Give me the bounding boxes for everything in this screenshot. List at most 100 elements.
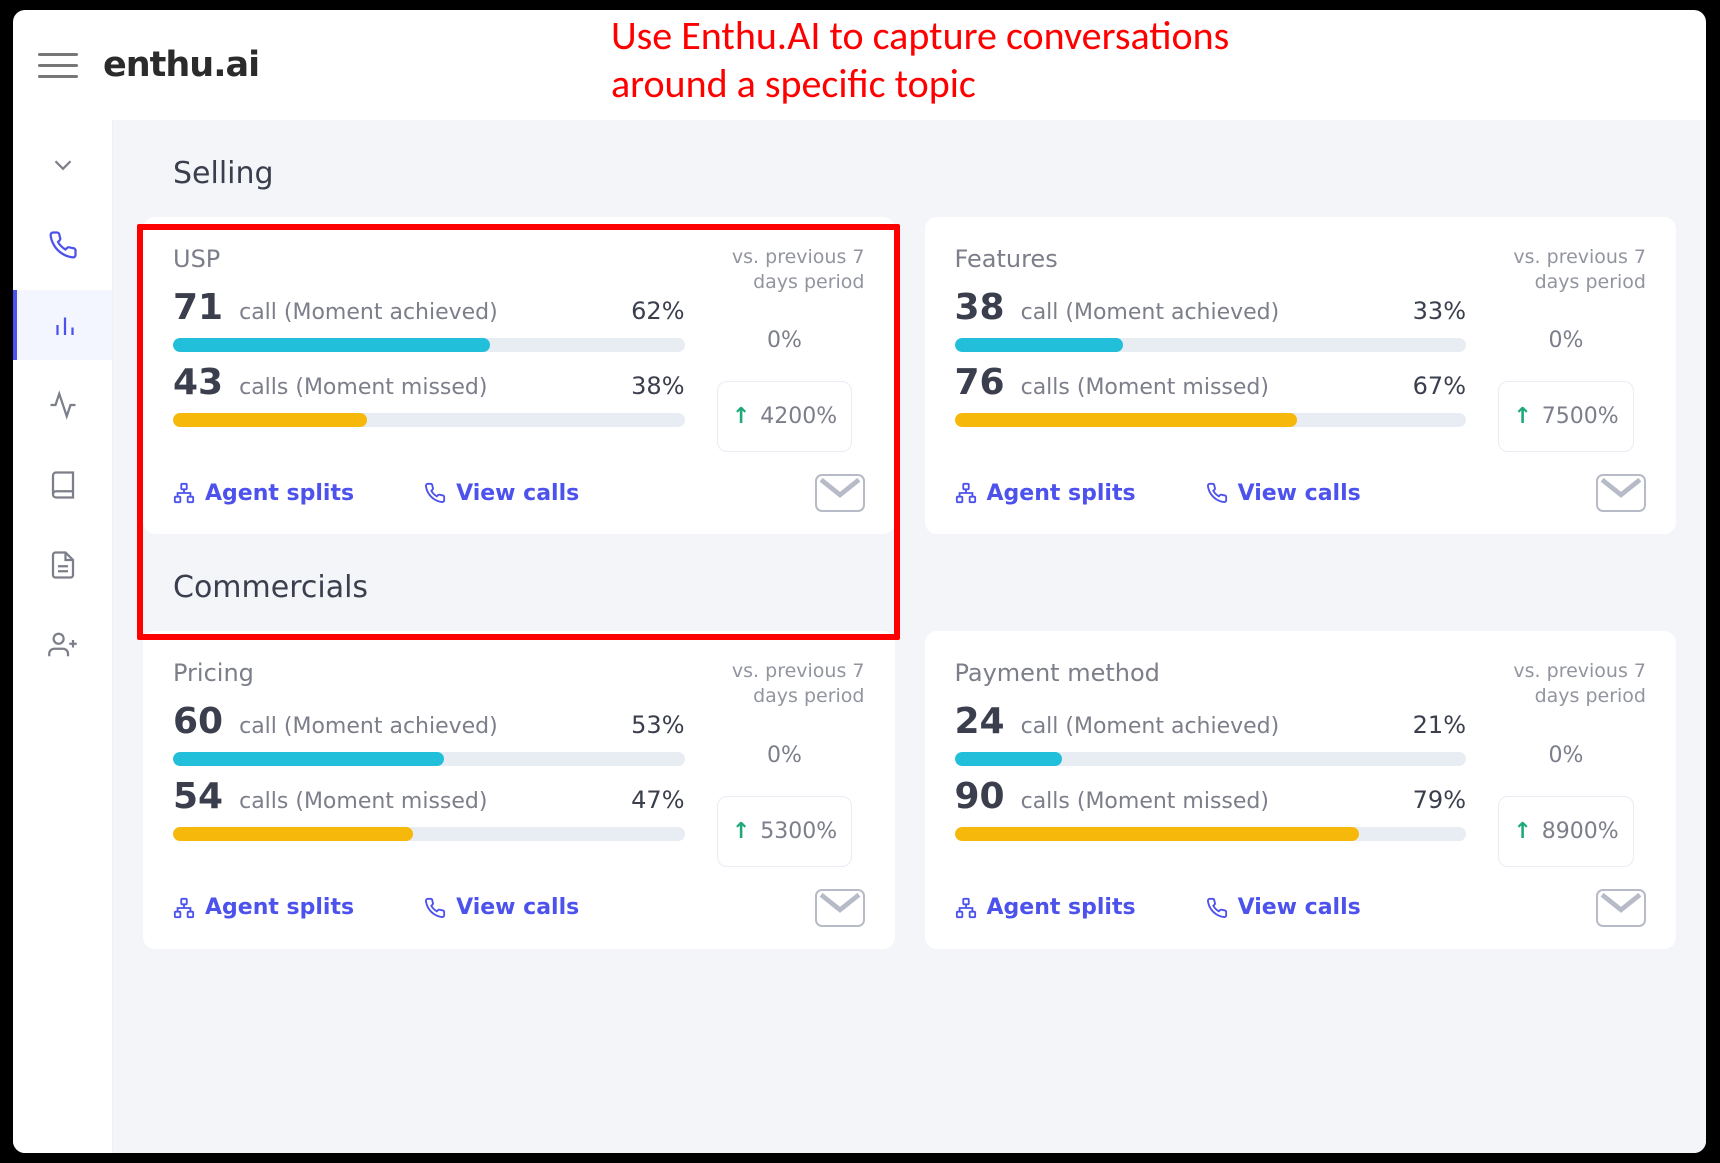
arrow-up-icon: ↑ [1513,819,1531,844]
view-calls-link[interactable]: View calls [1206,895,1361,920]
missed-label: calls (Moment missed) [239,789,487,814]
sidebar-item-collapse[interactable] [13,130,112,200]
vs-period-label: vs. previous 7 days period [705,659,865,708]
missed-bar [173,827,685,841]
missed-label: calls (Moment missed) [1021,375,1269,400]
agent-splits-link[interactable]: Agent splits [173,895,354,920]
achieved-pct: 62% [631,297,684,325]
achieved-label: call (Moment achieved) [1021,714,1280,739]
agent-splits-link[interactable]: Agent splits [955,895,1136,920]
side-top-value: 0% [767,743,802,768]
side-top-value: 0% [1549,743,1584,768]
agent-splits-label: Agent splits [987,481,1136,506]
missed-count: 76 [955,362,1005,403]
mail-button[interactable] [815,889,865,927]
arrow-up-icon: ↑ [732,404,750,429]
card-title: Pricing [173,659,685,687]
sidebar-item-activity[interactable] [13,370,112,440]
delta-value: 8900% [1542,819,1619,844]
achieved-bar [173,338,685,352]
sidebar [13,120,113,1153]
phone-icon [48,230,78,260]
achieved-bar [955,752,1467,766]
missed-pct: 38% [631,372,684,400]
section-title-selling: Selling [143,120,1676,217]
sidebar-item-analytics[interactable] [13,290,112,360]
vs-period-label: vs. previous 7 days period [1486,245,1646,294]
card-title: Features [955,245,1467,273]
achieved-count: 24 [955,701,1005,742]
side-top-value: 0% [767,328,802,353]
achieved-label: call (Moment achieved) [239,714,498,739]
view-calls-label: View calls [1238,895,1361,920]
annotation-text: Use Enthu.AI to capture conversations ar… [611,12,1229,108]
missed-pct: 79% [1413,786,1466,814]
achieved-bar [955,338,1467,352]
achieved-count: 71 [173,287,223,328]
menu-toggle[interactable] [38,45,78,85]
document-icon [48,550,78,580]
chevron-down-icon [48,150,78,180]
achieved-pct: 33% [1413,297,1466,325]
card-pricing: Pricing 60 call (Moment achieved) 53% 54… [143,631,895,948]
delta-value: 5300% [760,819,837,844]
agent-splits-label: Agent splits [987,895,1136,920]
phone-icon [1206,482,1228,504]
achieved-pct: 21% [1413,711,1466,739]
card-title: USP [173,245,685,273]
missed-pct: 67% [1413,372,1466,400]
phone-icon [424,482,446,504]
phone-icon [424,897,446,919]
mail-button[interactable] [1596,474,1646,512]
section-title-commercials: Commercials [143,534,1676,631]
delta-box: ↑ 4200% [717,381,852,452]
delta-box: ↑ 8900% [1498,796,1633,867]
mail-button[interactable] [1596,889,1646,927]
achieved-label: call (Moment achieved) [1021,300,1280,325]
sidebar-item-reports[interactable] [13,530,112,600]
hierarchy-icon [955,482,977,504]
card-features: Features 38 call (Moment achieved) 33% 7… [925,217,1677,534]
missed-bar [955,413,1467,427]
missed-bar [173,413,685,427]
hierarchy-icon [173,897,195,919]
sidebar-item-library[interactable] [13,450,112,520]
hierarchy-icon [173,482,195,504]
sidebar-item-calls[interactable] [13,210,112,280]
missed-label: calls (Moment missed) [239,375,487,400]
view-calls-link[interactable]: View calls [1206,481,1361,506]
card-payment-method: Payment method 24 call (Moment achieved)… [925,631,1677,948]
agent-splits-link[interactable]: Agent splits [173,481,354,506]
achieved-bar [173,752,685,766]
arrow-up-icon: ↑ [1513,404,1531,429]
missed-label: calls (Moment missed) [1021,789,1269,814]
bar-chart-icon [50,310,80,340]
delta-box: ↑ 5300% [717,796,852,867]
content-area: Selling USP 71 call (Moment achieved) 62… [113,120,1706,1153]
view-calls-link[interactable]: View calls [424,895,579,920]
book-icon [48,470,78,500]
activity-icon [48,390,78,420]
delta-value: 4200% [760,404,837,429]
mail-button[interactable] [815,474,865,512]
mail-icon [1598,476,1644,510]
agent-splits-link[interactable]: Agent splits [955,481,1136,506]
achieved-label: call (Moment achieved) [239,300,498,325]
delta-value: 7500% [1542,404,1619,429]
mail-icon [817,476,863,510]
view-calls-label: View calls [1238,481,1361,506]
view-calls-link[interactable]: View calls [424,481,579,506]
view-calls-label: View calls [456,895,579,920]
vs-period-label: vs. previous 7 days period [705,245,865,294]
missed-count: 90 [955,776,1005,817]
card-title: Payment method [955,659,1467,687]
hierarchy-icon [955,897,977,919]
achieved-count: 60 [173,701,223,742]
achieved-count: 38 [955,287,1005,328]
missed-count: 43 [173,362,223,403]
view-calls-label: View calls [456,481,579,506]
sidebar-item-add-user[interactable] [13,610,112,680]
missed-bar [955,827,1467,841]
phone-icon [1206,897,1228,919]
delta-box: ↑ 7500% [1498,381,1633,452]
